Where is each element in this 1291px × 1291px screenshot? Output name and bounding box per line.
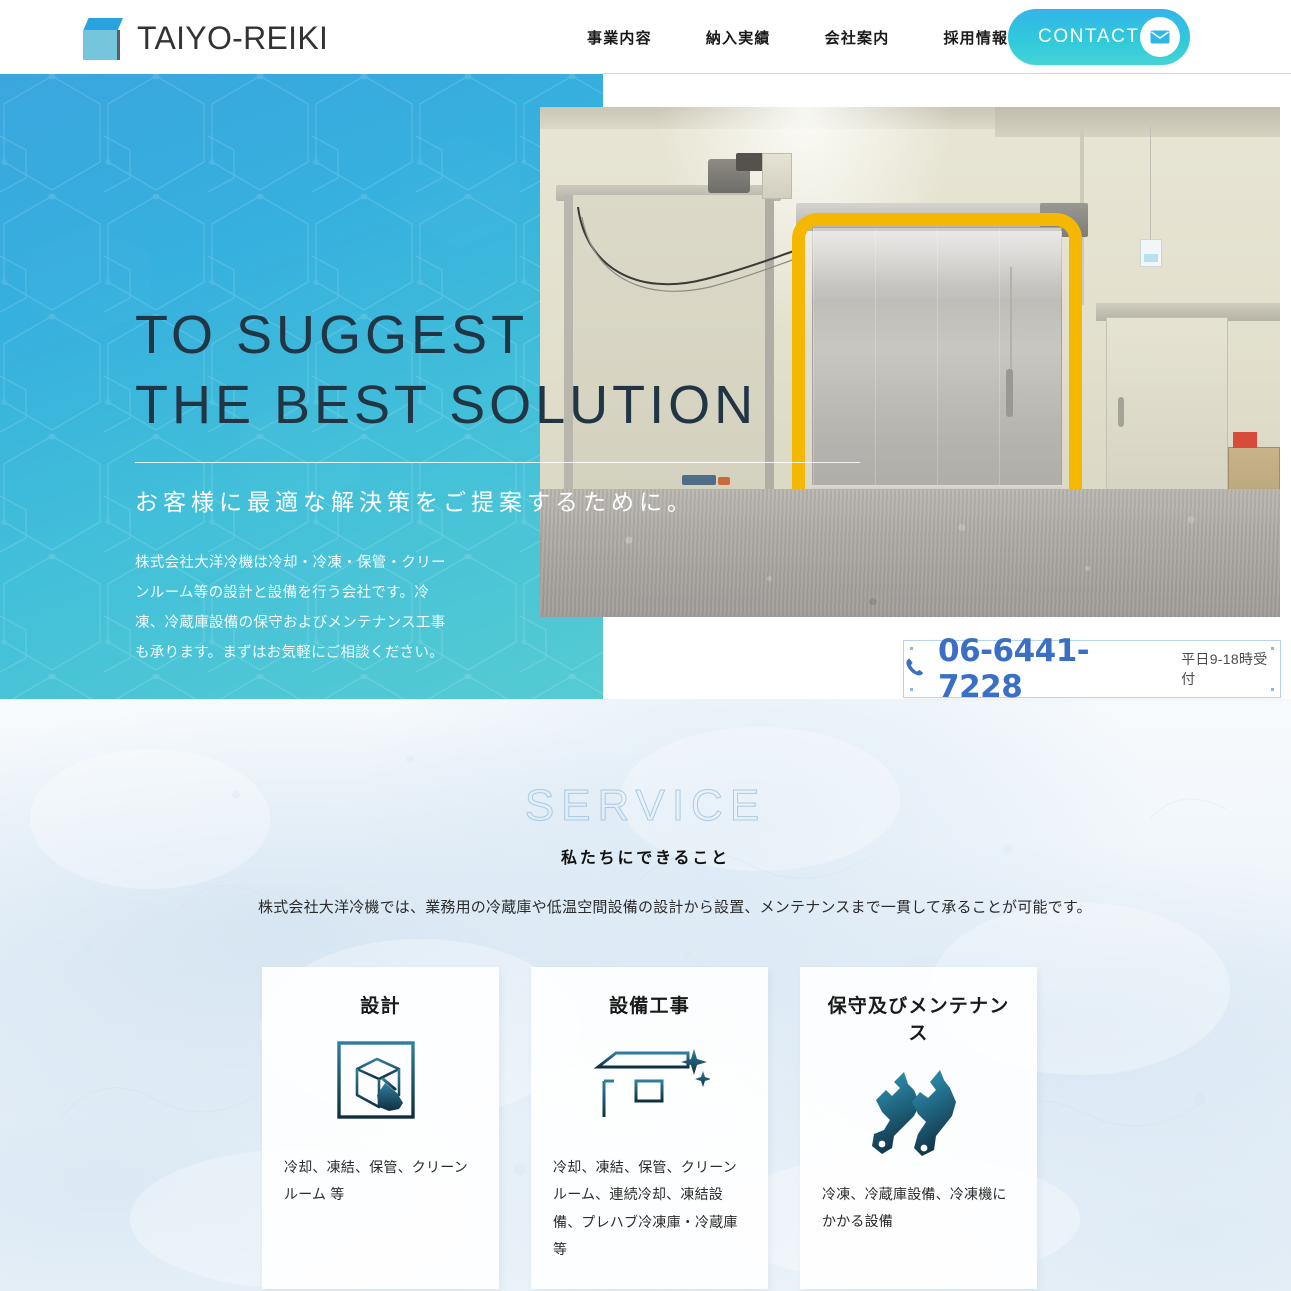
service-section: SERVICE 私たちにできること 株式会社大洋冷機では、業務用の冷蔵庫や低温空… (0, 699, 1291, 1291)
nav-item-business[interactable]: 事業内容 (560, 27, 679, 48)
hero-subtitle: お客様に最適な解決策をご提案するために。 (135, 489, 695, 516)
cube-logo-icon (78, 14, 124, 62)
service-lead-text: 株式会社大洋冷機では、業務用の冷蔵庫や低温空間設備の設計から設置、メンテナンスま… (258, 899, 1092, 916)
hero-content: TO SUGGEST THE BEST SOLUTION お客様に最適な解決策を… (135, 300, 895, 669)
service-heading-en: SERVICE (524, 781, 767, 831)
nav-item-results[interactable]: 納入実績 (679, 27, 798, 48)
service-card-title: 設備工事 (609, 996, 690, 1017)
phone-contact-box[interactable]: 06-6441-7228 平日9-18時受付 (903, 633, 1281, 705)
site-header: TAIYO-REIKI 事業内容 納入実績 会社案内 採用情報 CONTACT (0, 0, 1291, 74)
service-card-design[interactable]: 設計 冷却、凍結、保管、クリーンルーム 等 (262, 967, 499, 1290)
design-cube-hand-icon (333, 1030, 429, 1140)
hero-divider (135, 462, 860, 464)
hero-section: TO SUGGEST THE BEST SOLUTION お客様に最適な解決策を… (0, 74, 1291, 699)
service-heading: SERVICE 私たちにできること (0, 781, 1291, 868)
main-navigation: 事業内容 納入実績 会社案内 採用情報 (560, 0, 1035, 74)
service-card-description: 冷却、凍結、保管、クリーンルーム 等 (284, 1159, 468, 1203)
service-card-description: 冷却、凍結、保管、クリーンルーム、連続冷却、凍結設備、プレハブ冷凍庫・冷蔵庫 等 (553, 1159, 738, 1257)
warehouse-sparkle-icon (590, 1030, 710, 1140)
site-logo[interactable]: TAIYO-REIKI (78, 14, 328, 62)
phone-number[interactable]: 06-6441-7228 (938, 633, 1169, 705)
wrenches-icon (864, 1057, 974, 1167)
service-card-title: 設計 (360, 996, 401, 1017)
phone-icon (904, 656, 926, 683)
hero-title: TO SUGGEST THE BEST SOLUTION (135, 305, 758, 436)
service-card-title: 保守及びメンテナンス (827, 996, 1010, 1044)
mail-icon (1140, 17, 1180, 57)
contact-button[interactable]: CONTACT (1008, 9, 1190, 65)
nav-item-company[interactable]: 会社案内 (798, 27, 917, 48)
service-card-maintenance[interactable]: 保守及びメンテナンス 冷凍、冷蔵庫設備、冷凍機にかかる設備 (800, 967, 1037, 1290)
hero-description: 株式会社大洋冷機は冷却・冷凍・保管・クリーンルーム等の設計と設備を行う会社です。… (135, 555, 446, 661)
service-card-description: 冷凍、冷蔵庫設備、冷凍機にかかる設備 (822, 1186, 1007, 1230)
service-cards: 設計 冷却、凍結、保管、クリーンルーム 等 設備工事 冷却、凍結、保管、クリーン… (262, 967, 1037, 1290)
contact-button-label: CONTACT (1038, 26, 1140, 47)
logo-text: TAIYO-REIKI (137, 19, 329, 56)
service-heading-jp: 私たちにできること (561, 850, 730, 867)
phone-hours: 平日9-18時受付 (1181, 651, 1268, 687)
service-card-installation[interactable]: 設備工事 冷却、凍結、保管、クリーンルーム、連続冷却、凍結設備、プレハブ冷凍庫・… (531, 967, 768, 1290)
